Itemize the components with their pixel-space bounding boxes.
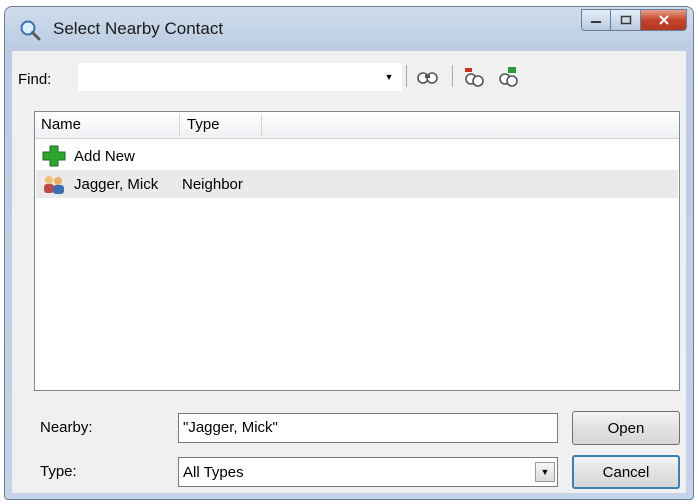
row-name: Add New — [74, 148, 135, 165]
find-previous-icon[interactable] — [462, 66, 486, 88]
type-label: Type: — [40, 463, 77, 480]
minimize-icon — [591, 21, 601, 23]
cancel-button-label: Cancel — [602, 463, 650, 481]
caption-buttons — [581, 9, 687, 31]
nearby-label: Nearby: — [40, 419, 93, 436]
column-divider[interactable] — [261, 114, 262, 136]
find-next-icon[interactable] — [416, 66, 440, 88]
window-title: Select Nearby Contact — [53, 19, 224, 38]
close-button[interactable] — [641, 9, 687, 31]
magnifier-icon — [20, 20, 41, 41]
list-item[interactable]: Jagger, Mick Neighbor — [36, 170, 678, 198]
type-value: All Types — [183, 464, 244, 481]
dialog-window: Select Nearby Contact Find: ▼ Name Type … — [4, 6, 694, 500]
close-icon — [658, 15, 669, 25]
column-divider[interactable] — [179, 114, 180, 136]
column-header-name[interactable]: Name — [41, 116, 81, 133]
find-dropdown-button[interactable]: ▼ — [378, 63, 400, 91]
column-header-type[interactable]: Type — [187, 116, 220, 133]
find-combobox[interactable] — [78, 63, 402, 91]
minimize-button[interactable] — [581, 9, 611, 31]
chevron-down-icon: ▼ — [384, 72, 394, 82]
toolbar-separator — [452, 65, 453, 87]
dialog-client-area: Find: ▼ Name Type Add New Jagger, Mick N… — [12, 51, 686, 493]
contacts-icon — [44, 176, 64, 194]
maximize-button[interactable] — [611, 9, 641, 31]
maximize-icon — [620, 15, 631, 25]
cancel-button[interactable]: Cancel — [572, 455, 680, 489]
list-item[interactable]: Add New — [36, 142, 678, 170]
nearby-field[interactable]: "Jagger, Mick" — [178, 413, 558, 443]
row-type: Neighbor — [182, 176, 243, 193]
toolbar-separator — [406, 65, 407, 87]
chevron-down-icon: ▼ — [540, 467, 550, 477]
add-plus-icon — [42, 145, 66, 167]
type-select[interactable]: All Types ▼ — [178, 457, 558, 487]
type-dropdown-button[interactable]: ▼ — [535, 462, 555, 482]
list-header: Name Type — [35, 112, 679, 139]
title-bar[interactable]: Select Nearby Contact — [5, 7, 693, 51]
open-button[interactable]: Open — [572, 411, 680, 445]
find-label: Find: — [18, 71, 52, 88]
refresh-icon[interactable] — [496, 66, 520, 88]
open-button-label: Open — [607, 419, 645, 437]
row-name: Jagger, Mick — [74, 176, 159, 193]
contacts-list[interactable]: Name Type Add New Jagger, Mick Neighbor — [34, 111, 680, 391]
nearby-value: "Jagger, Mick" — [183, 419, 278, 436]
